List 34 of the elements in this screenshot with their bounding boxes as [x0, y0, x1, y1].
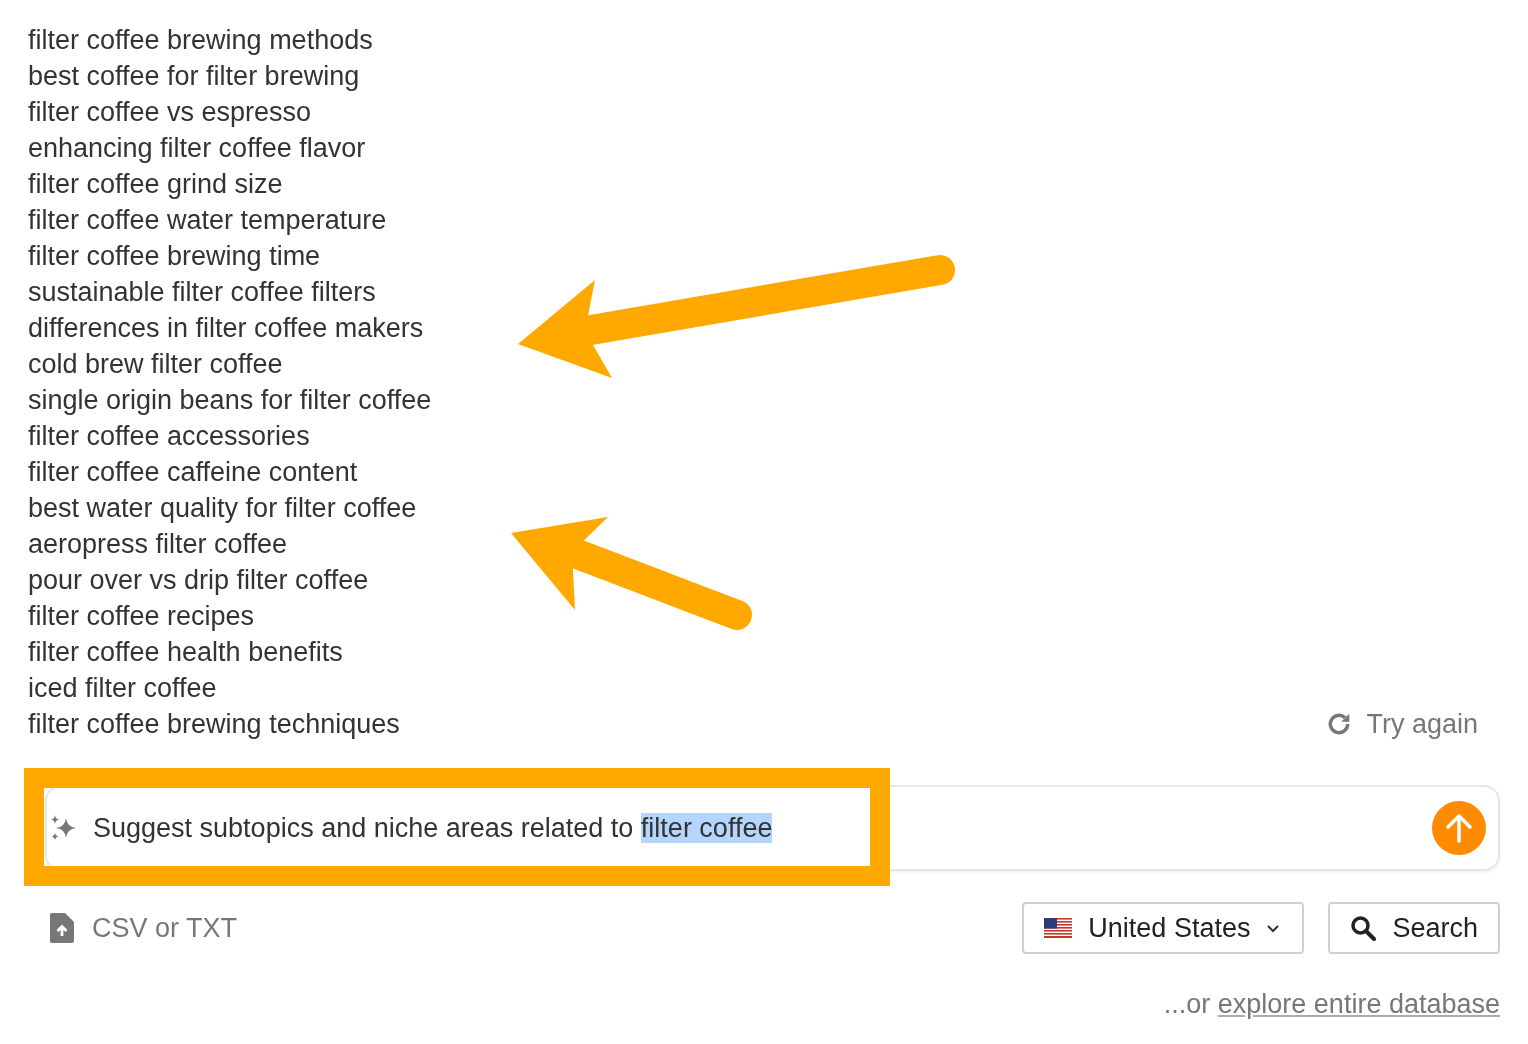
suggestion-item: differences in filter coffee makers	[28, 312, 425, 345]
flag-icon	[1044, 918, 1073, 938]
suggestion-item: iced filter coffee	[28, 672, 218, 705]
country-dropdown[interactable]: United States	[1022, 902, 1305, 954]
upload-button[interactable]: CSV or TXT	[28, 907, 238, 949]
file-upload-icon	[50, 913, 74, 943]
suggestion-item: best water quality for filter coffee	[28, 492, 418, 525]
search-button[interactable]: Search	[1328, 902, 1500, 954]
suggestion-item: filter coffee accessories	[28, 420, 311, 453]
suggestion-item: single origin beans for filter coffee	[28, 384, 432, 417]
suggestion-item: filter coffee recipes	[28, 600, 256, 633]
send-button[interactable]	[1432, 801, 1486, 855]
suggestion-item: filter coffee brewing techniques	[28, 708, 401, 741]
search-icon	[1350, 915, 1377, 941]
suggestion-item: aeropress filter coffee	[28, 528, 289, 561]
try-again-button[interactable]: Try again	[1326, 706, 1478, 742]
explore-database-link[interactable]: explore entire database	[1217, 989, 1500, 1019]
suggestion-item: filter coffee grind size	[28, 168, 284, 201]
suggestion-item: filter coffee water temperature	[28, 204, 388, 237]
suggestion-item: filter coffee brewing methods	[28, 24, 374, 57]
suggestion-item: filter coffee brewing time	[28, 240, 322, 273]
prompt-field[interactable]: Suggest subtopics and niche areas related to filter coffee	[45, 785, 1500, 871]
suggestion-item: enhancing filter coffee flavor	[28, 132, 367, 165]
suggestion-item: pour over vs drip filter coffee	[28, 564, 370, 597]
prompt-text: Suggest subtopics and niche areas related to filter coffee	[93, 811, 774, 845]
footer-text: ...or	[1163, 989, 1212, 1019]
suggestion-item: filter coffee health benefits	[28, 636, 344, 669]
suggestion-item: best coffee for filter brewing	[28, 60, 361, 93]
suggestion-item: sustainable filter coffee filters	[28, 276, 377, 309]
suggestion-item: filter coffee vs espresso	[28, 96, 313, 129]
suggestion-item: filter coffee caffeine content	[28, 456, 359, 489]
suggestion-item: cold brew filter coffee	[28, 348, 284, 381]
chevron-down-icon	[1266, 923, 1281, 933]
arrow-up-icon	[1445, 813, 1473, 843]
